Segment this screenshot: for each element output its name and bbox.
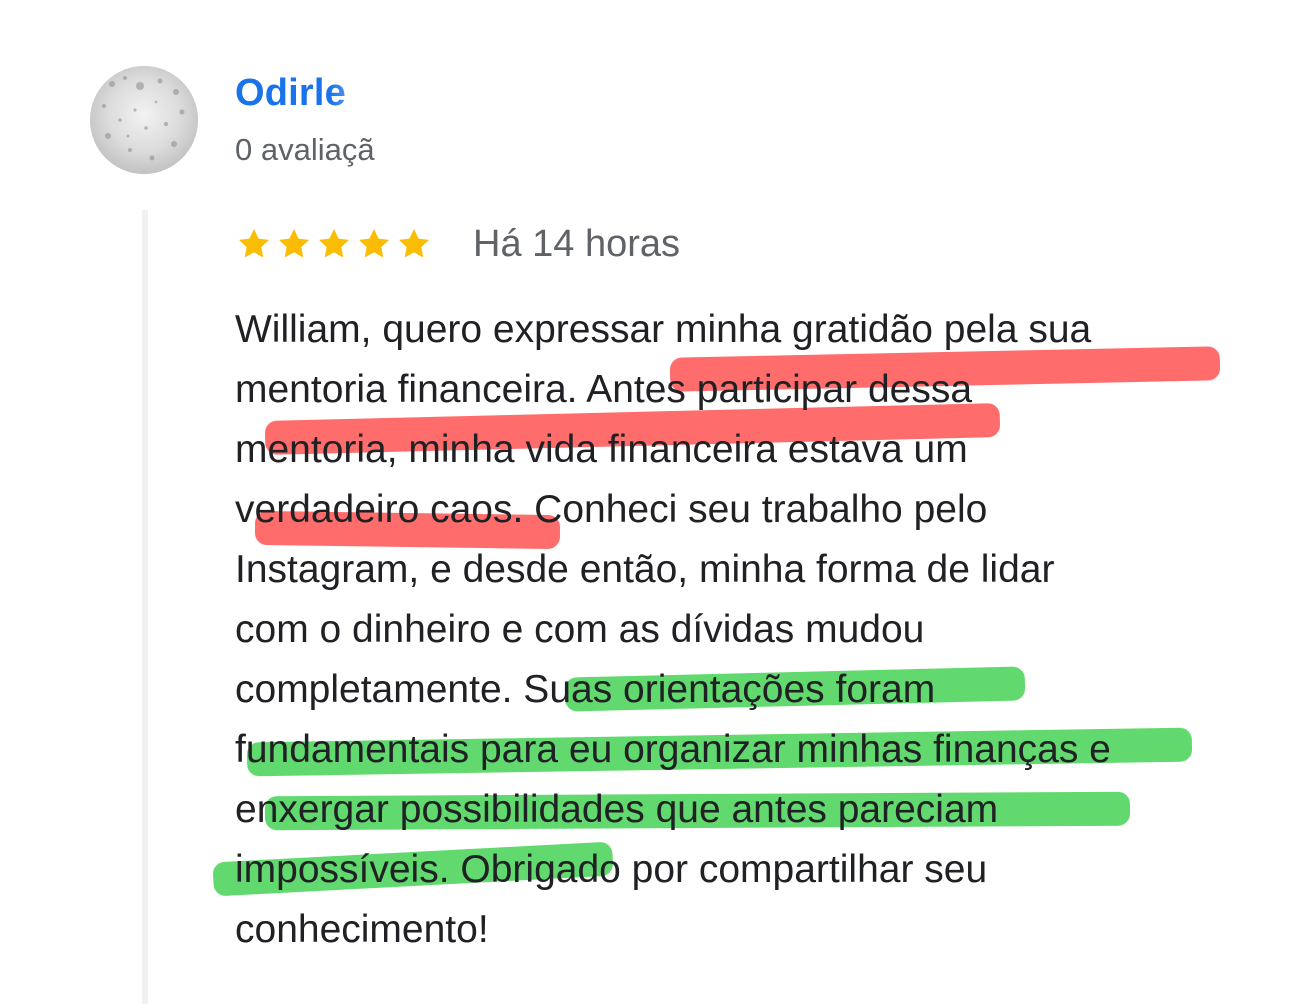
review-body: William, quero expressar minha gratidão … <box>212 300 1235 960</box>
review-line: fundamentais para eu organizar minhas fi… <box>235 728 1111 771</box>
name-obscure-overlay <box>330 65 590 121</box>
meta-obscure-overlay <box>380 128 600 172</box>
timeline-divider <box>142 210 148 1004</box>
review-line: completamente. Suas orientações foram <box>235 668 936 711</box>
review-line: impossíveis. Obrigado por compartilhar s… <box>235 848 988 891</box>
reviewer-review-count: 0 avaliaçã <box>235 132 375 167</box>
review-line: William, quero expressar minha gratidão … <box>235 308 1092 351</box>
star-icon <box>275 225 313 263</box>
review-line: enxergar possibilidades que antes pareci… <box>235 788 999 831</box>
star-icon <box>355 225 393 263</box>
star-icon <box>395 225 433 263</box>
star-icon <box>235 225 273 263</box>
avatar-image <box>90 66 198 174</box>
rating-row: Há 14 horas <box>235 220 680 268</box>
reviewer-avatar[interactable] <box>90 66 198 174</box>
review-line: com o dinheiro e com as dívidas mudou <box>235 608 925 651</box>
review-line: conhecimento! <box>235 908 489 951</box>
review-card: Odirle 0 avaliaçã Há 14 horas William, q… <box>0 0 1290 1004</box>
star-icon <box>315 225 353 263</box>
review-line: mentoria, minha vida financeira estava u… <box>235 428 968 471</box>
review-line: mentoria financeira. Antes participar de… <box>235 368 973 411</box>
star-rating <box>235 225 433 263</box>
review-time: Há 14 horas <box>473 222 681 265</box>
review-line: verdadeiro caos. Conheci seu trabalho pe… <box>235 488 988 531</box>
review-line: Instagram, e desde então, minha forma de… <box>235 548 1055 591</box>
reviewer-name[interactable]: Odirle <box>235 72 346 115</box>
